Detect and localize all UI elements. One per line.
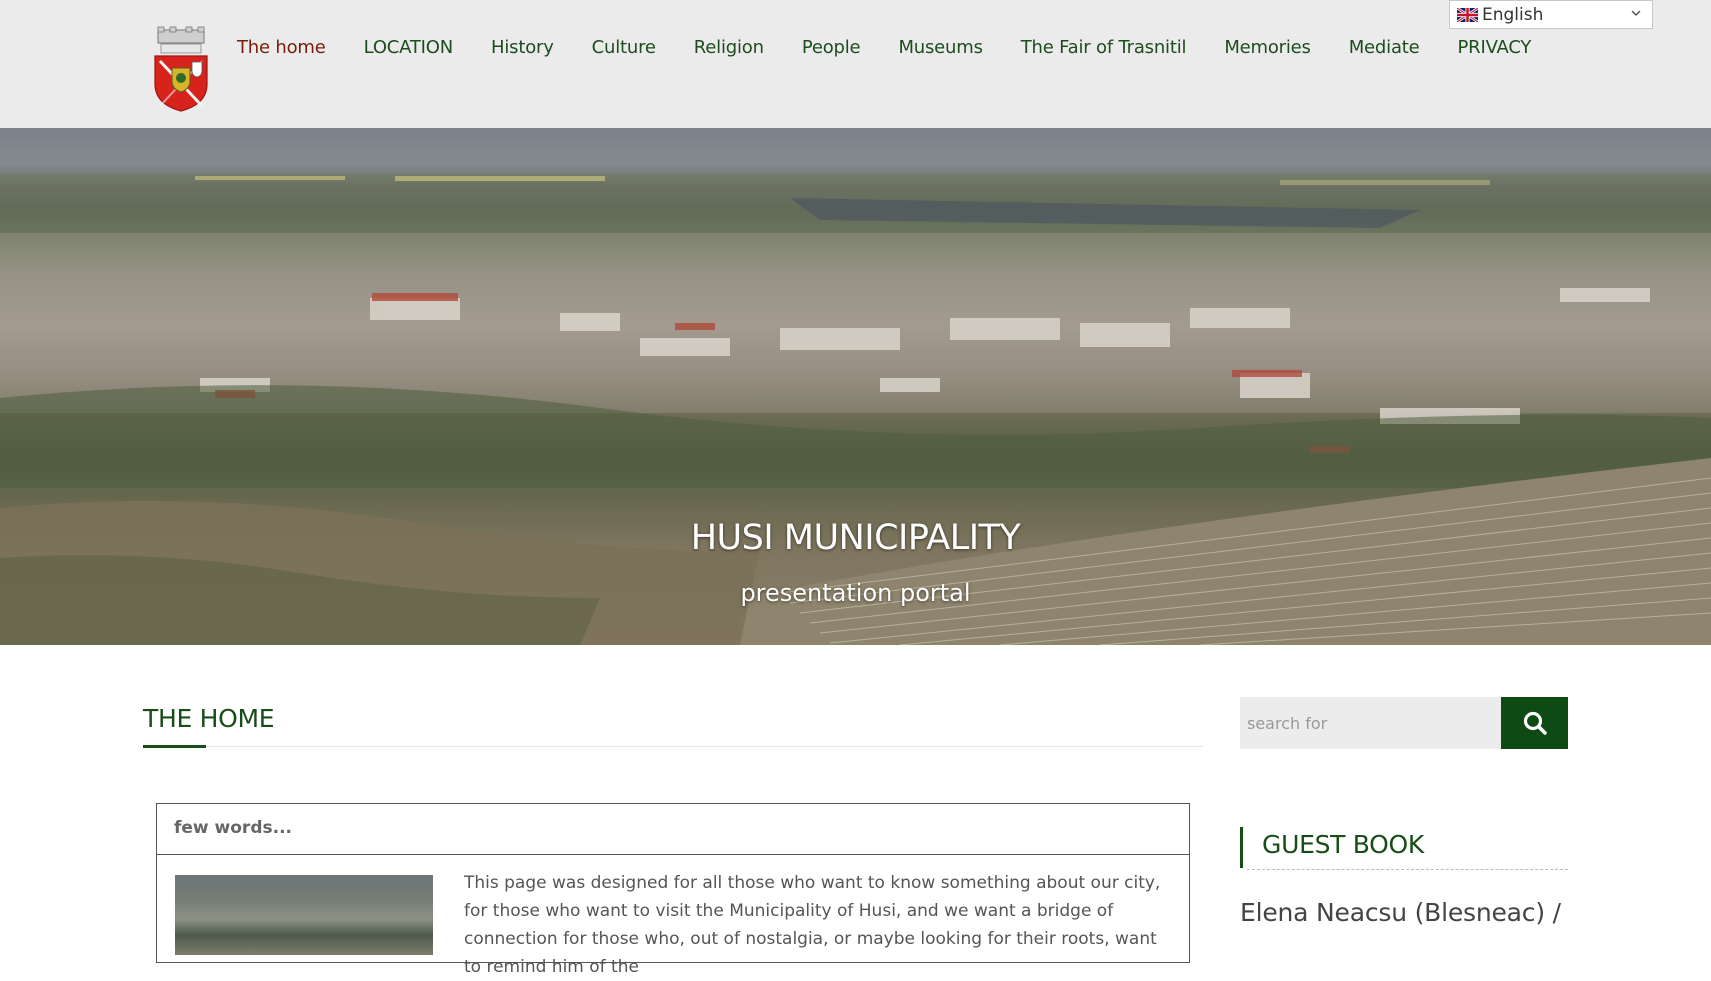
page-title: THE HOME (143, 704, 275, 733)
nav-item-memories[interactable]: Memories (1224, 37, 1311, 58)
guestbook-header: GUEST BOOK (1240, 827, 1571, 868)
card-heading: few words... (157, 804, 1189, 855)
nav-item-privacy[interactable]: PRIVACY (1458, 37, 1532, 58)
nav-item-fair[interactable]: The Fair of Trasnitil (1021, 37, 1187, 58)
hero-subtitle: presentation portal (740, 579, 971, 607)
hero-banner: HUSI MUNICIPALITY presentation portal (0, 128, 1711, 645)
main-nav: The home LOCATION History Culture Religi… (237, 37, 1569, 58)
hero-landscape-image (0, 174, 1711, 645)
hero-title: HUSI MUNICIPALITY (690, 518, 1021, 558)
search-button[interactable] (1501, 697, 1568, 749)
chevron-down-icon (1631, 10, 1641, 17)
city-thumbnail-image[interactable] (175, 875, 433, 955)
nav-item-people[interactable]: People (802, 37, 861, 58)
guestbook-title: GUEST BOOK (1262, 830, 1425, 859)
nav-item-religion[interactable]: Religion (694, 37, 764, 58)
title-accent (143, 745, 206, 748)
site-header: The home LOCATION History Culture Religi… (0, 0, 1711, 128)
nav-item-history[interactable]: History (491, 37, 554, 58)
title-divider (143, 746, 1203, 747)
language-select[interactable]: English (1449, 0, 1653, 29)
nav-item-museums[interactable]: Museums (898, 37, 983, 58)
uk-flag-icon (1457, 7, 1478, 22)
nav-item-culture[interactable]: Culture (592, 37, 656, 58)
guestbook-entry-link[interactable]: Elena Neacsu (Blesneac) / (1240, 898, 1561, 927)
coat-of-arms-icon[interactable] (150, 26, 212, 112)
search-icon (1523, 711, 1547, 735)
intro-card: few words... This page was designed for … (156, 803, 1190, 977)
search-input[interactable] (1240, 697, 1501, 749)
nav-item-location[interactable]: LOCATION (364, 37, 454, 58)
nav-item-mediate[interactable]: Mediate (1349, 37, 1420, 58)
guestbook-divider (1247, 869, 1568, 870)
nav-item-home[interactable]: The home (237, 37, 326, 58)
language-label: English (1482, 4, 1544, 25)
card-text: This page was designed for all those who… (464, 873, 1161, 977)
